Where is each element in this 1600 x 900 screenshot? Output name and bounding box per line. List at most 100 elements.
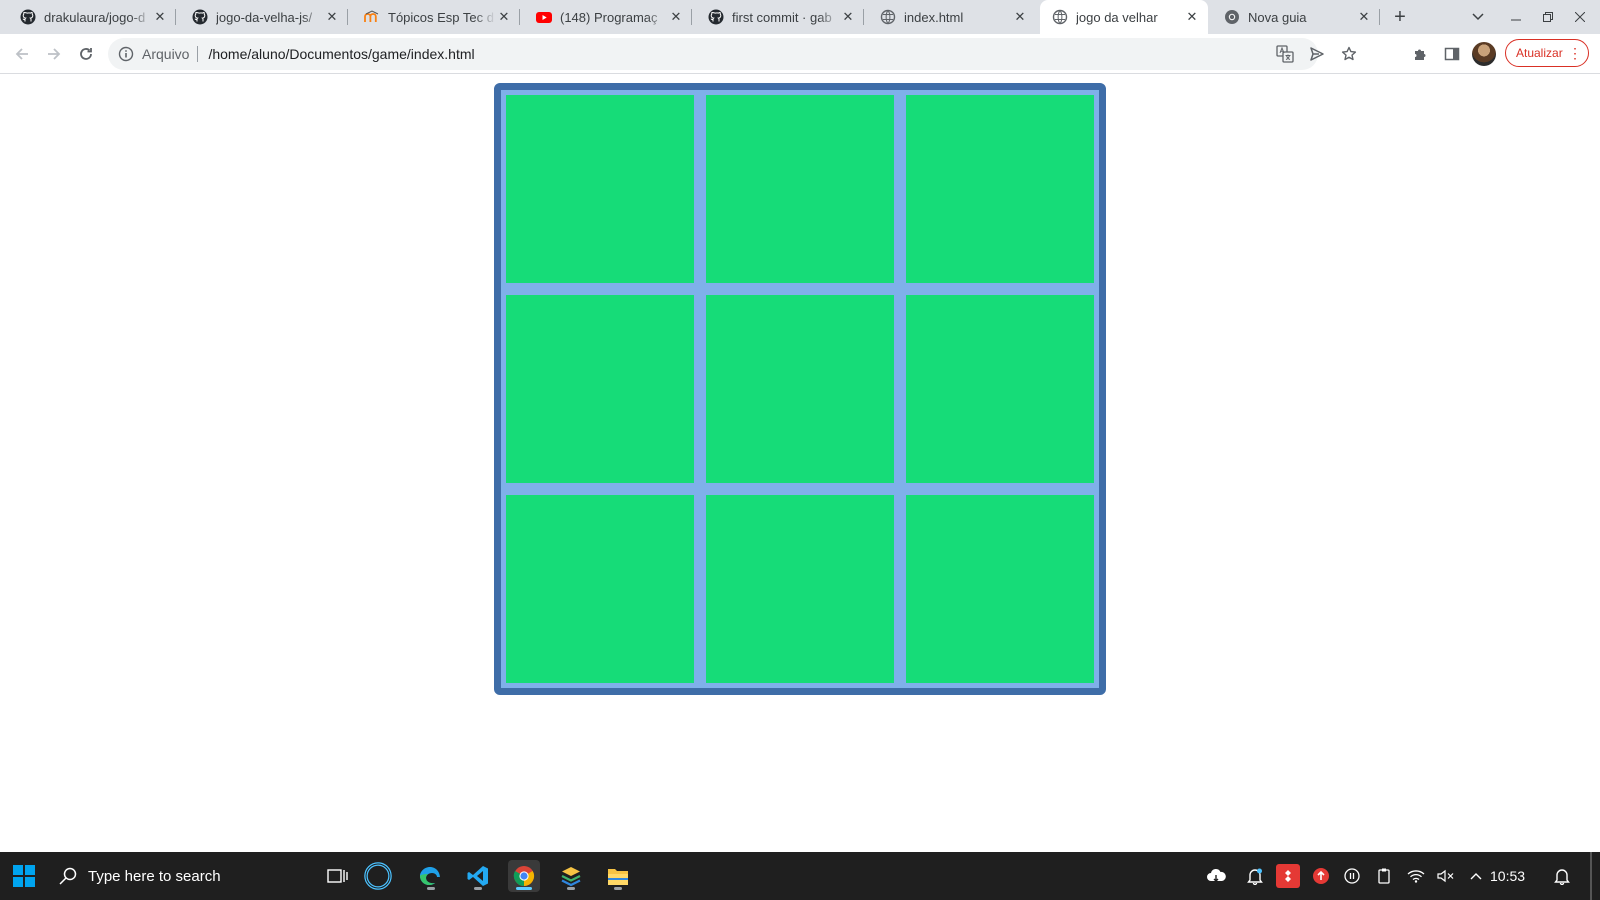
wifi-icon[interactable]: [1404, 864, 1428, 888]
close-tab-icon[interactable]: ✕: [324, 9, 340, 25]
update-arrow-icon[interactable]: [1309, 864, 1333, 888]
profile-avatar[interactable]: [1472, 42, 1496, 66]
chrome-taskbar-icon[interactable]: [508, 860, 540, 892]
board-cell-4[interactable]: [506, 295, 694, 483]
moodle-icon: [364, 9, 380, 25]
tab-nova-guia[interactable]: Nova guia ✕: [1212, 0, 1380, 34]
search-placeholder: Type here to search: [88, 867, 221, 885]
close-tab-icon[interactable]: ✕: [840, 9, 856, 25]
cortana-icon[interactable]: [362, 860, 394, 892]
close-tab-icon[interactable]: ✕: [1012, 9, 1028, 25]
globe-icon: [1052, 9, 1068, 25]
tab-search-button[interactable]: [1462, 0, 1494, 34]
onedrive-sync-icon[interactable]: [1204, 864, 1228, 888]
tab-title: drakulaura/jogo-d: [44, 9, 146, 25]
volume-muted-icon[interactable]: [1434, 864, 1458, 888]
close-icon: [1575, 12, 1585, 22]
omnibox-divider: [197, 46, 199, 62]
task-view-icon[interactable]: [322, 860, 354, 892]
board-cell-7[interactable]: [506, 495, 694, 683]
close-tab-icon[interactable]: ✕: [668, 9, 684, 25]
bookmark-star-icon[interactable]: [1339, 44, 1359, 64]
tab-divider: [175, 9, 176, 25]
start-button[interactable]: [8, 860, 40, 892]
tab-drakulaura-jogo[interactable]: drakulaura/jogo-d ✕: [8, 0, 176, 34]
url-text[interactable]: /home/aluno/Documentos/game/index.html: [208, 46, 474, 62]
close-window-button[interactable]: [1564, 0, 1596, 34]
close-tab-icon[interactable]: ✕: [1184, 9, 1200, 25]
reload-button[interactable]: [72, 40, 100, 68]
youtube-icon: [536, 9, 552, 25]
tab-index-html[interactable]: index.html ✕: [868, 0, 1036, 34]
arrow-left-icon: [15, 48, 28, 60]
chrome-icon: [1224, 9, 1240, 25]
tab-topicos-esp-tec[interactable]: Tópicos Esp Tec d ✕: [352, 0, 520, 34]
board-cell-5[interactable]: [706, 295, 894, 483]
tab-divider: [519, 9, 520, 25]
running-indicator: [614, 887, 622, 890]
tab-divider: [1379, 9, 1380, 25]
running-indicator: [474, 887, 482, 890]
anydesk-icon[interactable]: [1276, 864, 1300, 888]
menu-dots-icon[interactable]: ⋮: [1568, 45, 1582, 61]
send-icon[interactable]: [1307, 44, 1327, 64]
minimize-button[interactable]: [1500, 0, 1532, 34]
board-cell-2[interactable]: [706, 95, 894, 283]
tab-jogo-da-velhar[interactable]: jogo da velhar ✕: [1040, 0, 1208, 34]
edge-icon[interactable]: [415, 860, 447, 892]
puzzle-icon: [1415, 49, 1426, 60]
back-button[interactable]: [8, 40, 36, 68]
close-tab-icon[interactable]: ✕: [496, 9, 512, 25]
tab-title: jogo-da-velha-js/: [216, 9, 313, 25]
clipboard-icon[interactable]: [1372, 864, 1396, 888]
taskbar-search[interactable]: Type here to search: [50, 852, 322, 900]
translate-icon[interactable]: [1275, 44, 1295, 64]
board-cell-8[interactable]: [706, 495, 894, 683]
board-cell-1[interactable]: [506, 95, 694, 283]
info-icon[interactable]: [118, 46, 134, 62]
vscode-icon[interactable]: [462, 860, 494, 892]
tab-title: Tópicos Esp Tec d: [388, 9, 494, 25]
show-desktop-strip[interactable]: [1590, 852, 1592, 900]
tic-tac-toe-board: [494, 83, 1106, 695]
file-explorer-icon[interactable]: [602, 860, 634, 892]
globe-icon: [880, 9, 896, 25]
side-panel-icon: [1444, 47, 1460, 61]
reload-icon: [80, 48, 92, 60]
tab-title: (148) Programaç: [560, 9, 658, 25]
new-tab-button[interactable]: +: [1388, 5, 1412, 29]
update-button[interactable]: Atualizar ⋮: [1505, 39, 1589, 67]
restore-button[interactable]: [1532, 0, 1564, 34]
tab-divider: [691, 9, 692, 25]
windows-logo-icon: [13, 865, 35, 887]
tab-jogo-da-velha-js[interactable]: jogo-da-velha-js/ ✕: [180, 0, 348, 34]
github-icon: [192, 9, 208, 25]
minimize-icon: [1511, 19, 1521, 21]
tab-first-commit[interactable]: first commit · gab ✕: [696, 0, 864, 34]
tab-divider: [863, 9, 864, 25]
running-indicator: [516, 887, 532, 890]
page-viewport: [0, 74, 1600, 852]
taskbar-clock[interactable]: 10:53: [1490, 852, 1525, 900]
address-bar[interactable]: Arquivo /home/aluno/Documentos/game/inde…: [108, 38, 1357, 70]
side-panel-button[interactable]: [1438, 40, 1466, 68]
tab-title: Nova guia: [1248, 9, 1307, 25]
restore-icon: [1543, 12, 1553, 22]
tab-youtube[interactable]: (148) Programaç ✕: [524, 0, 692, 34]
running-indicator: [567, 887, 575, 890]
board-cell-3[interactable]: [906, 95, 1094, 283]
close-tab-icon[interactable]: ✕: [152, 9, 168, 25]
running-indicator: [427, 887, 435, 890]
forward-button[interactable]: [40, 40, 68, 68]
search-icon: [58, 866, 78, 886]
board-cell-9[interactable]: [906, 495, 1094, 683]
close-tab-icon[interactable]: ✕: [1356, 9, 1372, 25]
layers-app-icon[interactable]: [555, 860, 587, 892]
board-cell-6[interactable]: [906, 295, 1094, 483]
tab-strip: drakulaura/jogo-d ✕ jogo-da-velha-js/ ✕ …: [0, 0, 1600, 34]
chevron-up-icon[interactable]: [1464, 864, 1488, 888]
pause-circle-icon[interactable]: [1340, 864, 1364, 888]
extensions-button[interactable]: [1406, 40, 1434, 68]
action-center-icon[interactable]: [1550, 864, 1574, 888]
notification-bell-icon[interactable]: [1243, 864, 1267, 888]
